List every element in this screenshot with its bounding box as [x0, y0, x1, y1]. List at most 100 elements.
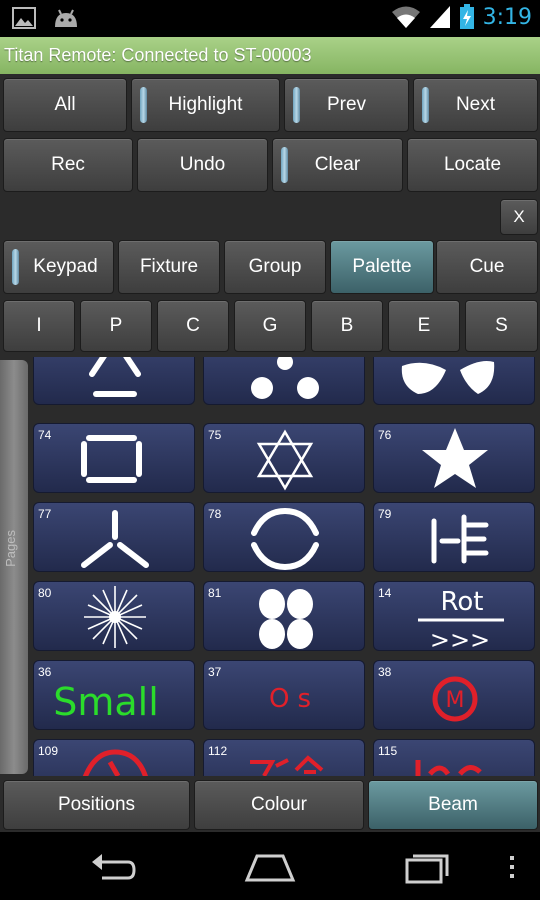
palette-cell[interactable]: 115 — [373, 739, 535, 776]
keypad-label: Keypad — [33, 256, 98, 277]
signal-icon — [429, 6, 450, 28]
broken-circle-icon — [251, 507, 319, 571]
pages-label: Pages — [3, 530, 18, 567]
android-icon — [55, 9, 77, 27]
rec-button[interactable]: Rec — [3, 138, 133, 192]
next-label: Next — [455, 94, 496, 115]
highlight-button[interactable]: Highlight — [131, 78, 280, 132]
red-glyph-icon — [250, 755, 324, 776]
star-icon — [422, 428, 488, 488]
wifi-icon — [391, 6, 420, 28]
palette-cell[interactable]: 79 — [373, 502, 535, 572]
app-screen: 3:19 Titan Remote: Connected to ST-00003… — [0, 0, 540, 900]
triangle-bars-icon — [89, 357, 141, 397]
m-circle-icon: M — [432, 676, 478, 722]
rot-icon: Rot >>> — [418, 587, 504, 651]
close-button[interactable]: X — [500, 199, 538, 235]
clear-button[interactable]: Clear — [272, 138, 403, 192]
all-button[interactable]: All — [3, 78, 127, 132]
highlight-label: Highlight — [168, 94, 243, 115]
led-indicator — [281, 147, 288, 183]
palette-cell[interactable]: 75 — [203, 423, 365, 493]
tab-positions[interactable]: Positions — [3, 780, 190, 830]
home-icon[interactable] — [243, 852, 297, 882]
filter-label: G — [262, 315, 278, 336]
filter-button-gobo[interactable]: G — [234, 300, 306, 352]
gallery-icon — [12, 7, 36, 29]
three-dots-icon — [251, 357, 319, 399]
filter-label: C — [186, 315, 200, 336]
next-button[interactable]: Next — [413, 78, 538, 132]
palette-cell[interactable]: 37 Os — [203, 660, 365, 730]
filter-label: B — [340, 315, 354, 336]
palette-cell[interactable]: 112 — [203, 739, 365, 776]
tab-palette[interactable]: Palette — [330, 240, 434, 294]
tri-spoke-icon — [81, 510, 149, 568]
filter-label: S — [495, 315, 508, 336]
close-label: X — [513, 207, 525, 226]
square-bars-icon — [81, 435, 142, 483]
rot-arrows-text: >>> — [430, 626, 490, 651]
prev-button[interactable]: Prev — [284, 78, 409, 132]
locate-button[interactable]: Locate — [407, 138, 538, 192]
palette-cell[interactable]: 80 — [33, 581, 195, 651]
tab-colour[interactable]: Colour — [194, 780, 364, 830]
recent-apps-icon[interactable] — [403, 850, 453, 884]
filter-button-effects[interactable]: E — [388, 300, 460, 352]
palette-cell[interactable] — [373, 357, 535, 405]
filter-label: I — [36, 315, 42, 336]
palette-cell[interactable]: 38 M — [373, 660, 535, 730]
palette-cell[interactable]: 74 — [33, 423, 195, 493]
clear-label: Clear — [314, 154, 361, 175]
battery-charging-icon — [459, 4, 474, 29]
filter-button-colour[interactable]: C — [157, 300, 229, 352]
led-indicator — [12, 249, 19, 285]
tab-fixture[interactable]: Fixture — [118, 240, 220, 294]
four-dots-icon — [259, 589, 313, 649]
palette-cell[interactable]: 77 — [33, 502, 195, 572]
beam-label: Beam — [428, 794, 478, 815]
fixture-label: Fixture — [139, 256, 199, 277]
filter-button-special[interactable]: S — [465, 300, 538, 352]
palette-cell[interactable]: 36 Small — [33, 660, 195, 730]
red-scribble-icon — [415, 760, 482, 776]
connection-title: Titan Remote: Connected to ST-00003 — [0, 37, 540, 74]
star-of-david-icon — [256, 429, 314, 491]
rot-text: Rot — [441, 587, 484, 617]
undo-label: Undo — [179, 154, 226, 175]
filter-button-intensity[interactable]: I — [3, 300, 75, 352]
palette-cell[interactable] — [33, 357, 195, 405]
cue-label: Cue — [469, 256, 505, 277]
filter-label: E — [417, 315, 431, 336]
red-shape-icon — [82, 749, 148, 776]
palette-cell[interactable]: 81 — [203, 581, 365, 651]
filter-label: P — [109, 315, 123, 336]
petals-icon — [401, 361, 495, 394]
small-text: Small — [53, 680, 159, 724]
tab-group[interactable]: Group — [224, 240, 326, 294]
tab-beam[interactable]: Beam — [368, 780, 538, 830]
prev-label: Prev — [326, 94, 367, 115]
group-label: Group — [248, 256, 302, 277]
tab-keypad[interactable]: Keypad — [3, 240, 114, 294]
pages-drawer-handle[interactable]: Pages — [0, 360, 28, 774]
filter-button-beam[interactable]: B — [311, 300, 383, 352]
palette-cell[interactable]: 109 — [33, 739, 195, 776]
rec-label: Rec — [51, 154, 85, 175]
led-indicator — [140, 87, 147, 123]
tab-cue[interactable]: Cue — [436, 240, 538, 294]
palette-cell[interactable]: 78 — [203, 502, 365, 572]
starburst-icon — [84, 586, 146, 648]
small-text-icon: Small — [53, 680, 159, 724]
bars-pattern-icon — [431, 514, 489, 564]
overflow-menu-icon[interactable] — [506, 854, 518, 880]
back-icon[interactable] — [88, 852, 138, 882]
palette-cell[interactable]: 76 — [373, 423, 535, 493]
palette-cell[interactable] — [203, 357, 365, 405]
positions-label: Positions — [57, 794, 136, 815]
undo-button[interactable]: Undo — [137, 138, 268, 192]
navigation-bar — [0, 832, 540, 900]
filter-button-position[interactable]: P — [80, 300, 152, 352]
locate-label: Locate — [443, 154, 502, 175]
palette-cell[interactable]: 14 Rot >>> — [373, 581, 535, 651]
